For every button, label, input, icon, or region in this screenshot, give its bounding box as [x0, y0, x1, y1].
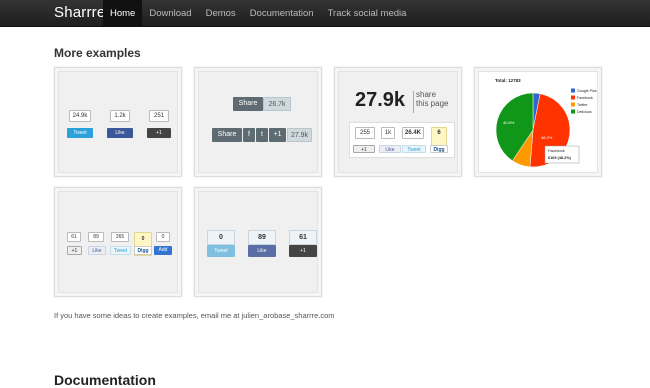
facebook-count: 89 [248, 230, 276, 245]
share-caption-line: this page [416, 99, 449, 108]
slice-label-facebook: 48.2% [541, 135, 553, 140]
example-preview: 61 +1 89 Like 265 Tweet 0 Digg 0 Add [58, 191, 178, 293]
share-button[interactable]: Share [233, 97, 263, 111]
section-title: More examples [54, 46, 141, 60]
legend-label: Facebook [577, 96, 593, 100]
tweet-button[interactable]: Tweet [110, 246, 131, 255]
example-preview: Total: 12783 40.6% 48.2% Google Plus Face… [478, 71, 598, 173]
total-share-count: 27.9k [355, 89, 406, 111]
documentation-heading: Documentation [54, 372, 156, 388]
share-count: 26.7k [263, 97, 291, 111]
plusone-button[interactable]: +1 [147, 128, 171, 138]
like-button[interactable]: Like [88, 246, 106, 255]
googleplus-count: 61 [289, 230, 317, 245]
twitter-count: 24.9k [69, 110, 91, 122]
nav-item-documentation[interactable]: Documentation [243, 0, 321, 27]
facebook-button[interactable]: f [243, 128, 255, 142]
example-preview: 0 Tweet 89 Like 61 +1 [198, 191, 318, 293]
example-card-6[interactable]: 0 Tweet 89 Like 61 +1 [194, 187, 322, 297]
nav-item-download[interactable]: Download [142, 0, 198, 27]
twitter-count: 0 [207, 230, 235, 245]
plusone-button[interactable]: +1 [353, 145, 375, 153]
example-card-4[interactable]: Total: 12783 40.6% 48.2% Google Plus Face… [474, 67, 602, 177]
chart-title: Total: 12783 [495, 78, 521, 83]
like-button[interactable]: Like [107, 128, 133, 138]
delicious-add-button[interactable]: Add [154, 246, 172, 255]
pie-chart: Total: 12783 40.6% 48.2% Google Plus Face… [495, 78, 597, 168]
legend-label: Twitter [577, 103, 588, 107]
share-caption-line: share [416, 90, 437, 99]
share-button[interactable]: Share [212, 128, 242, 142]
nav-item-home[interactable]: Home [103, 0, 143, 27]
example-card-3[interactable]: 27.9k share this page 255 +1 1k Like 26.… [334, 67, 462, 177]
delicious-count: 0 [156, 232, 170, 242]
twitter-button[interactable]: t [256, 128, 268, 142]
googleplus-count: 251 [149, 110, 169, 122]
like-button[interactable]: Like [248, 245, 276, 257]
examples-contact-text: If you have some ideas to create example… [54, 311, 335, 320]
brand-logo[interactable]: Sharrre [54, 4, 105, 21]
facebook-count: 89 [88, 232, 104, 242]
googleplus-count: 255 [355, 127, 375, 139]
like-button[interactable]: Like [379, 145, 401, 153]
tweet-button[interactable]: Tweet [402, 145, 426, 153]
facebook-count: 1.2k [110, 110, 130, 122]
nav-menu: Home Download Demos Documentation Track … [103, 0, 413, 27]
example-preview: Share 26.7k Share f t +1 27.9k [198, 71, 318, 173]
googleplus-button[interactable]: +1 [269, 128, 286, 142]
share-count: 27.9k [287, 128, 312, 142]
example-card-5[interactable]: 61 +1 89 Like 265 Tweet 0 Digg 0 Add [54, 187, 182, 297]
twitter-count: 26.4K [402, 127, 424, 139]
tweet-button[interactable]: Tweet [207, 245, 235, 257]
chart-legend: Google Plus Facebook Twitter Delicious [571, 88, 597, 114]
example-card-2[interactable]: Share 26.7k Share f t +1 27.9k [194, 67, 322, 177]
nav-item-demos[interactable]: Demos [199, 0, 243, 27]
nav-item-track-social-media[interactable]: Track social media [321, 0, 414, 27]
legend-label: Google Plus [577, 89, 597, 93]
legend-swatch [571, 88, 575, 93]
digg-button[interactable]: Digg [134, 246, 152, 255]
slice-label-delicious: 40.6% [503, 120, 515, 125]
facebook-count: 1k [381, 127, 395, 139]
legend-swatch [571, 95, 575, 100]
legend-swatch [571, 109, 575, 114]
legend-label: Delicious [577, 110, 592, 114]
example-preview: 27.9k share this page 255 +1 1k Like 26.… [338, 71, 458, 173]
googleplus-count: 61 [67, 232, 81, 242]
tooltip-value: 6169 (48.2%) [548, 156, 572, 160]
tweet-button[interactable]: Tweet [67, 128, 93, 138]
legend-swatch [571, 102, 575, 107]
digg-button[interactable]: Digg [430, 145, 448, 153]
tooltip-title: Facebook [548, 149, 565, 153]
divider [413, 91, 414, 113]
plusone-button[interactable]: +1 [67, 246, 82, 255]
example-card-1[interactable]: 24.9k Tweet 1.2k Like 251 +1 [54, 67, 182, 177]
example-preview: 24.9k Tweet 1.2k Like 251 +1 [58, 71, 178, 173]
twitter-count: 265 [111, 232, 129, 242]
share-caption: share this page [416, 90, 448, 108]
plusone-button[interactable]: +1 [289, 245, 317, 257]
top-navbar: Sharrre Home Download Demos Documentatio… [0, 0, 650, 27]
